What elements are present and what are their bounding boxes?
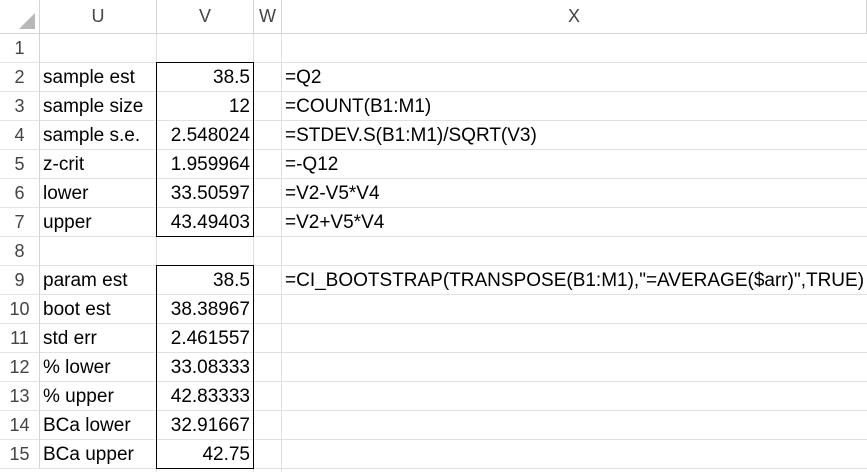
row-header[interactable]: 6 — [0, 179, 40, 208]
cell-w7[interactable] — [254, 208, 282, 237]
cell-u2[interactable]: sample est — [40, 63, 157, 92]
cell-x11[interactable] — [282, 324, 867, 353]
cell-u10[interactable]: boot est — [40, 295, 157, 324]
cell-x1[interactable] — [282, 34, 867, 63]
cell-v7[interactable]: 43.49403 — [157, 208, 254, 237]
cell-v4[interactable]: 2.548024 — [157, 121, 254, 150]
cell-x2[interactable]: =Q2 — [282, 63, 867, 92]
cell-u14[interactable]: BCa lower — [40, 411, 157, 440]
select-all-corner[interactable] — [0, 0, 40, 34]
select-all-icon — [19, 13, 35, 29]
cell-x5[interactable]: =-Q12 — [282, 150, 867, 179]
cell-v2[interactable]: 38.5 — [157, 63, 254, 92]
row-header[interactable]: 15 — [0, 440, 40, 469]
cell-u8[interactable] — [40, 237, 157, 266]
cell-w9[interactable] — [254, 266, 282, 295]
cell-u12[interactable]: % lower — [40, 353, 157, 382]
cell-x14[interactable] — [282, 411, 867, 440]
cell-v9[interactable]: 38.5 — [157, 266, 254, 295]
cell-w13[interactable] — [254, 382, 282, 411]
row-header[interactable]: 1 — [0, 34, 40, 63]
cell-v12[interactable]: 33.08333 — [157, 353, 254, 382]
row-header[interactable]: 13 — [0, 382, 40, 411]
cell-w4[interactable] — [254, 121, 282, 150]
cell-u3[interactable]: sample size — [40, 92, 157, 121]
cell-v15[interactable]: 42.75 — [157, 440, 254, 469]
cell-v8[interactable] — [157, 237, 254, 266]
cell-w6[interactable] — [254, 179, 282, 208]
cell-w14[interactable] — [254, 411, 282, 440]
cell-u6[interactable]: lower — [40, 179, 157, 208]
cell-v14[interactable]: 32.91667 — [157, 411, 254, 440]
column-header-x[interactable]: X — [282, 0, 867, 34]
row-header[interactable]: 3 — [0, 92, 40, 121]
cell-v3[interactable]: 12 — [157, 92, 254, 121]
cell-x4[interactable]: =STDEV.S(B1:M1)/SQRT(V3) — [282, 121, 867, 150]
cell-w11[interactable] — [254, 324, 282, 353]
cell-u9[interactable]: param est — [40, 266, 157, 295]
cell-w1[interactable] — [254, 34, 282, 63]
cell-u11[interactable]: std err — [40, 324, 157, 353]
column-header-u[interactable]: U — [40, 0, 157, 34]
row-header[interactable]: 14 — [0, 411, 40, 440]
cell-x15[interactable] — [282, 440, 867, 469]
cell-x3[interactable]: =COUNT(B1:M1) — [282, 92, 867, 121]
cell-v5[interactable]: 1.959964 — [157, 150, 254, 179]
cell-w8[interactable] — [254, 237, 282, 266]
column-header-v[interactable]: V — [157, 0, 254, 34]
cell-w15[interactable] — [254, 440, 282, 469]
row-header[interactable]: 7 — [0, 208, 40, 237]
cell-u13[interactable]: % upper — [40, 382, 157, 411]
column-header-w[interactable]: W — [254, 0, 282, 34]
cell-v13[interactable]: 42.83333 — [157, 382, 254, 411]
row-header[interactable]: 10 — [0, 295, 40, 324]
row-header[interactable]: 11 — [0, 324, 40, 353]
row-header[interactable]: 9 — [0, 266, 40, 295]
cell-w10[interactable] — [254, 295, 282, 324]
cell-x8[interactable] — [282, 237, 867, 266]
cell-v6[interactable]: 33.50597 — [157, 179, 254, 208]
cell-w12[interactable] — [254, 353, 282, 382]
cell-x6[interactable]: =V2-V5*V4 — [282, 179, 867, 208]
row-header[interactable]: 4 — [0, 121, 40, 150]
cell-u5[interactable]: z-crit — [40, 150, 157, 179]
cell-w3[interactable] — [254, 92, 282, 121]
cell-u4[interactable]: sample s.e. — [40, 121, 157, 150]
row-header[interactable]: 2 — [0, 63, 40, 92]
row-header[interactable]: 5 — [0, 150, 40, 179]
cell-w5[interactable] — [254, 150, 282, 179]
cell-x12[interactable] — [282, 353, 867, 382]
cell-v1[interactable] — [157, 34, 254, 63]
cell-x10[interactable] — [282, 295, 867, 324]
cell-v10[interactable]: 38.38967 — [157, 295, 254, 324]
cell-w2[interactable] — [254, 63, 282, 92]
cell-u1[interactable] — [40, 34, 157, 63]
cell-x9[interactable]: =CI_BOOTSTRAP(TRANSPOSE(B1:M1),"=AVERAGE… — [282, 266, 867, 295]
row-header[interactable]: 12 — [0, 353, 40, 382]
cell-v11[interactable]: 2.461557 — [157, 324, 254, 353]
row-header[interactable]: 8 — [0, 237, 40, 266]
cell-x7[interactable]: =V2+V5*V4 — [282, 208, 867, 237]
cell-u15[interactable]: BCa upper — [40, 440, 157, 469]
cell-x13[interactable] — [282, 382, 867, 411]
spreadsheet-grid: U V W X 1 2 3 4 5 6 7 8 9 10 11 12 13 14 15 sample est 38.5… — [0, 0, 867, 472]
cell-u7[interactable]: upper — [40, 208, 157, 237]
